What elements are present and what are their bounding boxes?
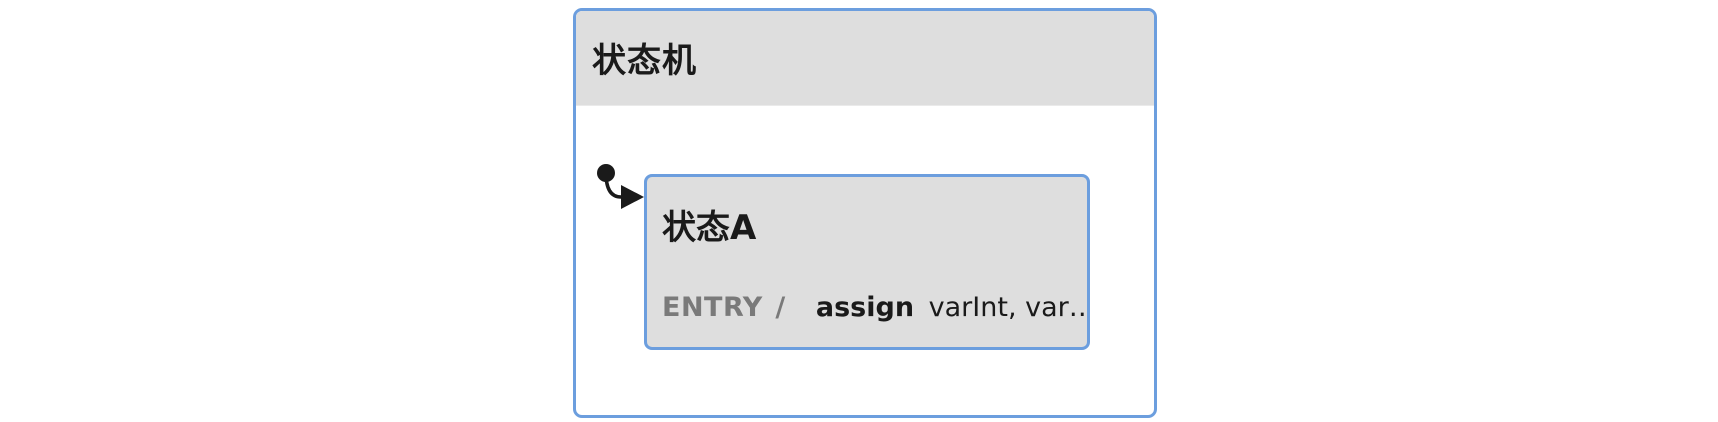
entry-action-row[interactable]: ENTRY / assign varInt, var… (662, 292, 1090, 323)
entry-action-args: varInt, var… (928, 292, 1090, 323)
state-a-node[interactable]: 状态A ENTRY / assign varInt, var… (644, 174, 1090, 350)
entry-action-name: assign (815, 292, 915, 323)
entry-slash: / (775, 292, 786, 323)
entry-label: ENTRY (662, 292, 763, 323)
diagram-canvas: 状态机 状态A ENTRY / assign varInt, var… (0, 0, 1718, 422)
state-machine-title: 状态机 (592, 41, 697, 81)
arrow-right-icon (621, 185, 644, 209)
state-a-title: 状态A (662, 208, 757, 248)
initial-transition (597, 164, 644, 209)
state-machine-header: 状态机 (576, 11, 1154, 106)
